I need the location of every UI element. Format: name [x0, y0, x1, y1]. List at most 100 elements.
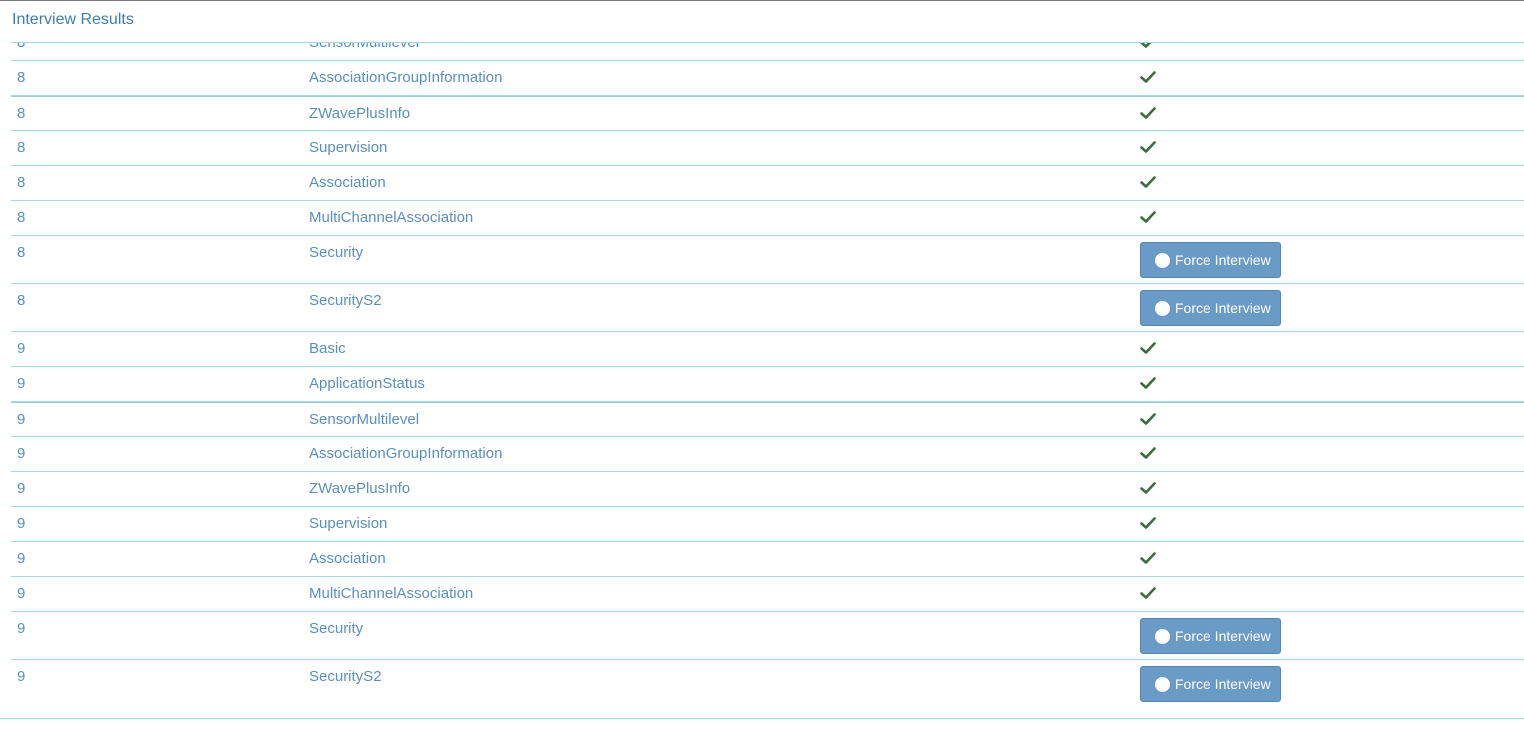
circle-icon	[1155, 252, 1170, 268]
node-id-cell: 9	[17, 340, 26, 357]
status-cell	[1140, 341, 1156, 359]
node-id-cell: 9	[17, 445, 26, 462]
check-icon	[1140, 210, 1156, 224]
check-icon	[1140, 446, 1156, 460]
table-row: 9 AssociationGroupInformation	[11, 437, 1524, 472]
node-id-cell: 8	[17, 292, 26, 309]
status-cell	[1140, 210, 1156, 228]
check-icon	[1140, 140, 1156, 154]
force-interview-button[interactable]: Force Interview	[1140, 290, 1281, 326]
table-row: 9 Security Force Interview	[11, 612, 1524, 660]
command-class-cell: SensorMultilevel	[309, 43, 419, 51]
node-id-cell: 8	[17, 139, 26, 156]
panel-title: Interview Results	[12, 11, 134, 28]
force-interview-button[interactable]: Force Interview	[1140, 666, 1281, 702]
command-class-cell: Security	[309, 244, 364, 261]
check-icon	[1140, 341, 1156, 355]
status-cell	[1140, 175, 1156, 193]
table-row: 9 MultiChannelAssociation	[11, 577, 1524, 612]
status-cell: Force Interview	[1140, 618, 1281, 654]
check-icon	[1140, 175, 1156, 189]
bottom-divider	[0, 718, 1524, 719]
interview-results-panel: Interview Results 8 SensorMultilevel 8 Asso…	[0, 0, 1524, 740]
command-class-cell: SecurityS2	[309, 668, 382, 685]
table-row: 8 ZWavePlusInfo	[11, 96, 1524, 131]
node-id-cell: 9	[17, 515, 26, 532]
node-id-cell: 8	[17, 69, 26, 86]
check-icon	[1140, 412, 1156, 426]
check-icon	[1140, 376, 1156, 390]
command-class-cell: ApplicationStatus	[309, 375, 425, 392]
node-id-cell: 8	[17, 43, 25, 51]
table-row: 8 Association	[11, 166, 1524, 201]
node-id-cell: 9	[17, 480, 26, 497]
table-row: 8 AssociationGroupInformation	[11, 61, 1524, 96]
status-cell	[1140, 516, 1156, 534]
node-id-cell: 9	[17, 550, 26, 567]
command-class-cell: Supervision	[309, 139, 388, 156]
check-icon	[1140, 106, 1156, 120]
check-icon	[1140, 70, 1156, 84]
force-interview-button[interactable]: Force Interview	[1140, 242, 1281, 278]
table-row: 8 Security Force Interview	[11, 236, 1524, 284]
node-id-cell: 9	[17, 375, 26, 392]
table-row: 9 SecurityS2 Force Interview	[11, 660, 1524, 718]
top-divider	[0, 0, 1524, 1]
node-id-cell: 9	[17, 585, 26, 602]
status-cell	[1140, 140, 1156, 158]
status-cell: Force Interview	[1140, 290, 1281, 326]
table-row: 8 SecurityS2 Force Interview	[11, 284, 1524, 332]
table-row: 9 ApplicationStatus	[11, 367, 1524, 402]
table-row: 9 ZWavePlusInfo	[11, 472, 1524, 507]
node-id-cell: 9	[17, 668, 26, 685]
node-id-cell: 8	[17, 174, 26, 191]
table-row: 8 SensorMultilevel	[11, 43, 1524, 61]
status-cell	[1140, 481, 1156, 499]
force-interview-label: Force Interview	[1175, 628, 1271, 644]
node-id-cell: 8	[17, 105, 26, 122]
force-interview-label: Force Interview	[1175, 252, 1271, 268]
table-row: 9 Basic	[11, 332, 1524, 367]
node-id-cell: 9	[17, 411, 26, 428]
command-class-cell: ZWavePlusInfo	[309, 480, 411, 497]
node-id-cell: 8	[17, 244, 26, 261]
results-rows: 8 SensorMultilevel 8 AssociationGroupInform…	[11, 43, 1524, 718]
check-icon	[1140, 43, 1156, 49]
table-row: 9 Association	[11, 542, 1524, 577]
command-class-cell: SecurityS2	[309, 292, 382, 309]
table-row: 9 SensorMultilevel	[11, 402, 1524, 437]
check-icon	[1140, 516, 1156, 530]
command-class-cell: MultiChannelAssociation	[309, 585, 474, 602]
table-row: 9 Supervision	[11, 507, 1524, 542]
status-cell	[1140, 106, 1156, 124]
command-class-cell: ZWavePlusInfo	[309, 105, 411, 122]
status-cell	[1140, 70, 1156, 88]
node-id-cell: 8	[17, 209, 26, 226]
check-icon	[1140, 586, 1156, 600]
check-icon	[1140, 481, 1156, 495]
results-table[interactable]: 8 SensorMultilevel 8 AssociationGroupInform…	[11, 43, 1524, 718]
status-cell	[1140, 376, 1156, 394]
force-interview-label: Force Interview	[1175, 676, 1271, 692]
circle-icon	[1155, 628, 1170, 644]
command-class-cell: Supervision	[309, 515, 388, 532]
force-interview-label: Force Interview	[1175, 300, 1271, 316]
node-id-cell: 9	[17, 620, 26, 637]
command-class-cell: Association	[309, 174, 386, 191]
status-cell	[1140, 446, 1156, 464]
circle-icon	[1155, 300, 1170, 316]
force-interview-button[interactable]: Force Interview	[1140, 618, 1281, 654]
status-cell: Force Interview	[1140, 242, 1281, 278]
status-cell	[1140, 43, 1156, 53]
status-cell	[1140, 586, 1156, 604]
status-cell	[1140, 412, 1156, 430]
command-class-cell: AssociationGroupInformation	[309, 69, 503, 86]
command-class-cell: Association	[309, 550, 386, 567]
command-class-cell: MultiChannelAssociation	[309, 209, 474, 226]
command-class-cell: Basic	[309, 340, 346, 357]
command-class-cell: SensorMultilevel	[309, 411, 420, 428]
circle-icon	[1155, 676, 1170, 692]
command-class-cell: Security	[309, 620, 364, 637]
status-cell: Force Interview	[1140, 666, 1281, 702]
table-row: 8 Supervision	[11, 131, 1524, 166]
